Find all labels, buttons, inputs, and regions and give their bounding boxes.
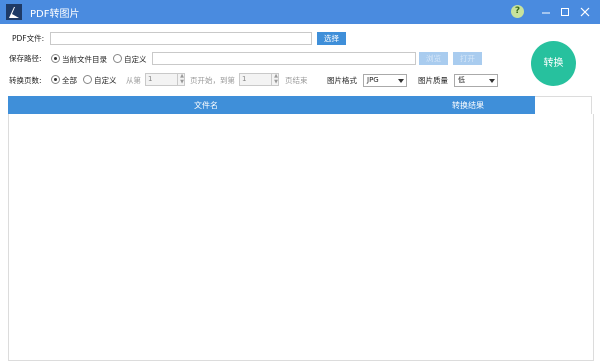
page-range-all-label: 全部 bbox=[62, 76, 77, 85]
browse-button[interactable]: 浏览 bbox=[419, 52, 448, 65]
save-path-current-radio[interactable] bbox=[51, 54, 60, 63]
image-format-select[interactable]: JPG bbox=[363, 74, 407, 87]
end-page-label: 页结束 bbox=[285, 76, 308, 85]
save-path-label: 保存路径: bbox=[9, 54, 42, 63]
image-quality-select[interactable]: 低 bbox=[454, 74, 498, 87]
chevron-down-icon bbox=[398, 79, 404, 83]
pdf-app-icon bbox=[6, 4, 22, 20]
page-range-custom-label: 自定义 bbox=[94, 76, 117, 85]
chevron-down-icon bbox=[489, 79, 495, 83]
image-quality-label: 图片质量 bbox=[418, 76, 448, 85]
page-range-all-radio[interactable] bbox=[51, 75, 60, 84]
from-page-label: 从第 bbox=[126, 76, 141, 85]
save-path-custom-label: 自定义 bbox=[124, 55, 147, 64]
stepper-down-icon[interactable]: ▼ bbox=[272, 79, 280, 85]
image-quality-value: 低 bbox=[458, 76, 465, 84]
to-page-value: 1 bbox=[242, 75, 247, 83]
save-path-input[interactable] bbox=[152, 52, 416, 65]
maximize-icon[interactable] bbox=[556, 3, 574, 21]
title-bar: PDF转图片 ? bbox=[0, 0, 600, 24]
convert-button[interactable]: 转换 bbox=[531, 41, 576, 86]
stepper-down-icon[interactable]: ▼ bbox=[178, 79, 186, 85]
image-format-label: 图片格式 bbox=[327, 76, 357, 85]
page-range-custom-radio[interactable] bbox=[83, 75, 92, 84]
from-page-stepper[interactable]: ▲ ▼ bbox=[177, 73, 186, 86]
save-path-current-label: 当前文件目录 bbox=[62, 55, 107, 64]
select-file-button[interactable]: 选择 bbox=[317, 32, 346, 45]
start-page-label: 页开始，到第 bbox=[190, 76, 235, 85]
column-header-result[interactable]: 转换结果 bbox=[452, 100, 484, 111]
pdf-file-label: PDF文件: bbox=[12, 34, 45, 43]
minimize-icon[interactable] bbox=[537, 3, 555, 21]
results-table-header: 文件名 转换结果 bbox=[8, 96, 535, 114]
image-format-value: JPG bbox=[367, 76, 379, 84]
open-folder-button[interactable]: 打开 bbox=[453, 52, 482, 65]
page-range-label: 转换页数: bbox=[9, 76, 42, 85]
help-icon[interactable]: ? bbox=[511, 5, 524, 18]
to-page-stepper[interactable]: ▲ ▼ bbox=[271, 73, 280, 86]
column-header-filename[interactable]: 文件名 bbox=[194, 100, 218, 111]
save-path-custom-radio[interactable] bbox=[113, 54, 122, 63]
window-title: PDF转图片 bbox=[30, 9, 80, 20]
table-header-blank bbox=[535, 96, 592, 114]
from-page-value: 1 bbox=[148, 75, 153, 83]
results-table-body[interactable] bbox=[8, 114, 594, 361]
close-icon[interactable] bbox=[576, 3, 594, 21]
pdf-file-input[interactable] bbox=[50, 32, 312, 45]
